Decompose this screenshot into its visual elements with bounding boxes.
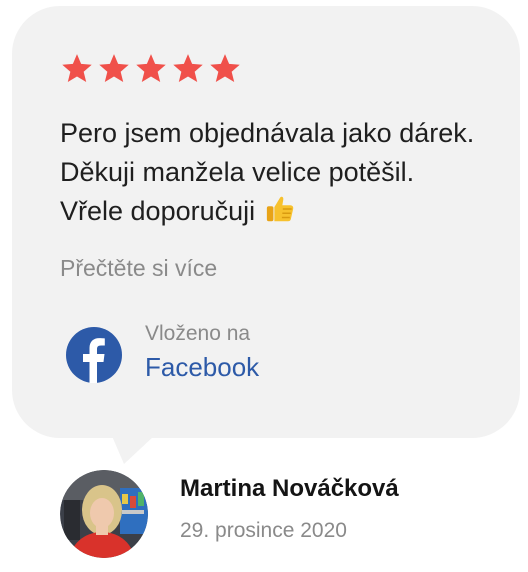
review-widget: Pero jsem objednávala jako dárek. Děkuji… <box>0 0 528 572</box>
star-icon <box>173 54 203 83</box>
star-icon <box>210 54 240 83</box>
review-text: Pero jsem objednávala jako dárek. Děkuji… <box>60 114 480 231</box>
read-more-link[interactable]: Přečtěte si více <box>60 255 217 282</box>
star-rating <box>60 52 242 86</box>
posted-on-label: Vloženo na <box>145 322 251 345</box>
author-name: Martina Nováčková <box>180 475 399 502</box>
review-date: 29. prosince 2020 <box>180 519 347 542</box>
avatar[interactable] <box>60 470 148 558</box>
thumbs-up-icon <box>266 196 293 222</box>
facebook-link[interactable]: Facebook <box>145 352 259 383</box>
speech-bubble-tail <box>112 436 154 464</box>
star-icon <box>62 54 92 83</box>
star-icon <box>136 54 166 83</box>
star-icon <box>99 54 129 83</box>
facebook-logo-icon[interactable] <box>66 327 122 383</box>
